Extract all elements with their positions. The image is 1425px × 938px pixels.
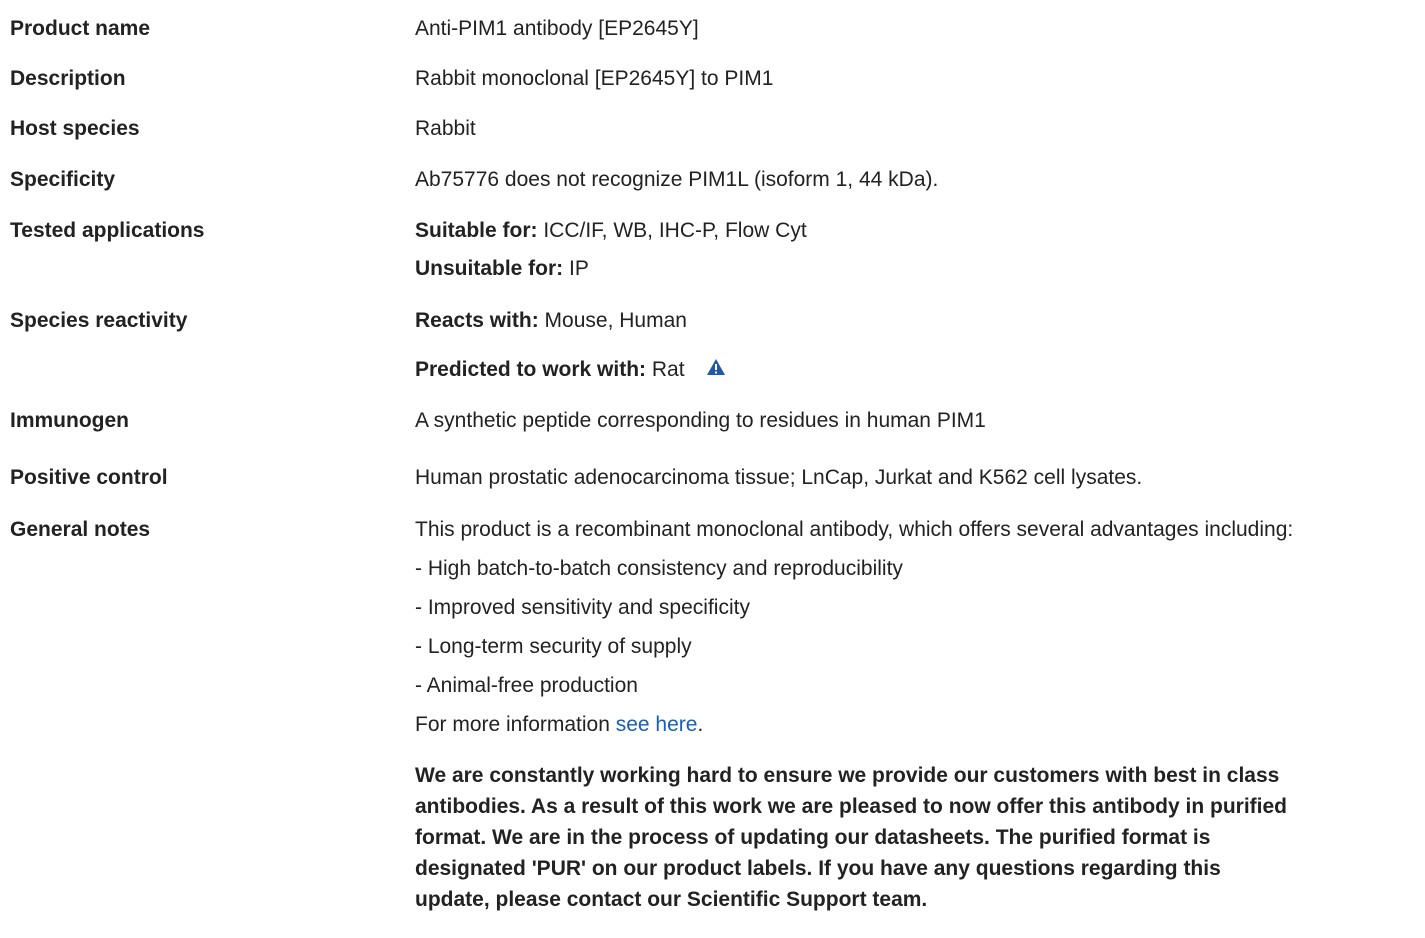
reacts-with-line: Reacts with: Mouse, Human	[415, 309, 687, 333]
suitable-for-value: ICC/IF, WB, IHC-P, Flow Cyt	[537, 219, 807, 242]
value-host-species: Rabbit	[415, 117, 476, 140]
more-info-suffix: .	[697, 713, 704, 736]
general-notes-bullet: - Improved sensitivity and specificity	[415, 596, 750, 619]
unsuitable-for-label: Unsuitable for:	[415, 257, 564, 280]
label-general-notes: General notes	[10, 518, 151, 541]
general-notes-bullet: - High batch-to-batch consistency and re…	[415, 557, 903, 580]
label-positive-control: Positive control	[10, 466, 168, 489]
more-info-prefix: For more information	[415, 713, 616, 736]
notice-line: format. We are in the process of updatin…	[415, 826, 1211, 849]
predicted-to-work-value: Rat	[646, 358, 685, 381]
more-info-line: For more information see here.	[415, 713, 703, 737]
reacts-with-label: Reacts with:	[415, 309, 539, 332]
reacts-with-value: Mouse, Human	[538, 309, 687, 332]
predicted-to-work-line: Predicted to work with: Rat	[415, 358, 726, 382]
predicted-to-work-label: Predicted to work with:	[415, 358, 647, 381]
purified-format-notice: We are constantly working hard to ensure…	[415, 760, 1425, 915]
unsuitable-for-value: IP	[563, 257, 589, 280]
label-product-name: Product name	[10, 17, 151, 40]
value-immunogen: A synthetic peptide corresponding to res…	[415, 409, 986, 432]
general-notes-bullet: - Animal-free production	[415, 674, 638, 697]
suitable-for-line: Suitable for: ICC/IF, WB, IHC-P, Flow Cy…	[415, 219, 807, 243]
label-host-species: Host species	[10, 117, 140, 140]
notice-line: designated 'PUR' on our product labels. …	[415, 857, 1221, 880]
warning-triangle-icon[interactable]	[706, 358, 726, 376]
notice-line: update, please contact our Scientific Su…	[415, 888, 928, 911]
label-species-reactivity: Species reactivity	[10, 309, 188, 332]
notice-line: antibodies. As a result of this work we …	[415, 795, 1288, 818]
see-here-link[interactable]: see here	[616, 713, 698, 736]
general-notes-bullet: - Long-term security of supply	[415, 635, 692, 658]
notice-line: We are constantly working hard to ensure…	[415, 764, 1280, 787]
value-product-name: Anti-PIM1 antibody [EP2645Y]	[415, 17, 699, 40]
value-positive-control: Human prostatic adenocarcinoma tissue; L…	[415, 466, 1143, 489]
suitable-for-label: Suitable for:	[415, 219, 538, 242]
general-notes-intro: This product is a recombinant monoclonal…	[415, 518, 1294, 541]
label-tested-applications: Tested applications	[10, 219, 205, 242]
value-specificity: Ab75776 does not recognize PIM1L (isofor…	[415, 168, 939, 191]
unsuitable-for-line: Unsuitable for: IP	[415, 257, 589, 281]
label-immunogen: Immunogen	[10, 409, 129, 432]
label-specificity: Specificity	[10, 168, 116, 191]
value-description: Rabbit monoclonal [EP2645Y] to PIM1	[415, 67, 774, 90]
label-description: Description	[10, 67, 126, 90]
